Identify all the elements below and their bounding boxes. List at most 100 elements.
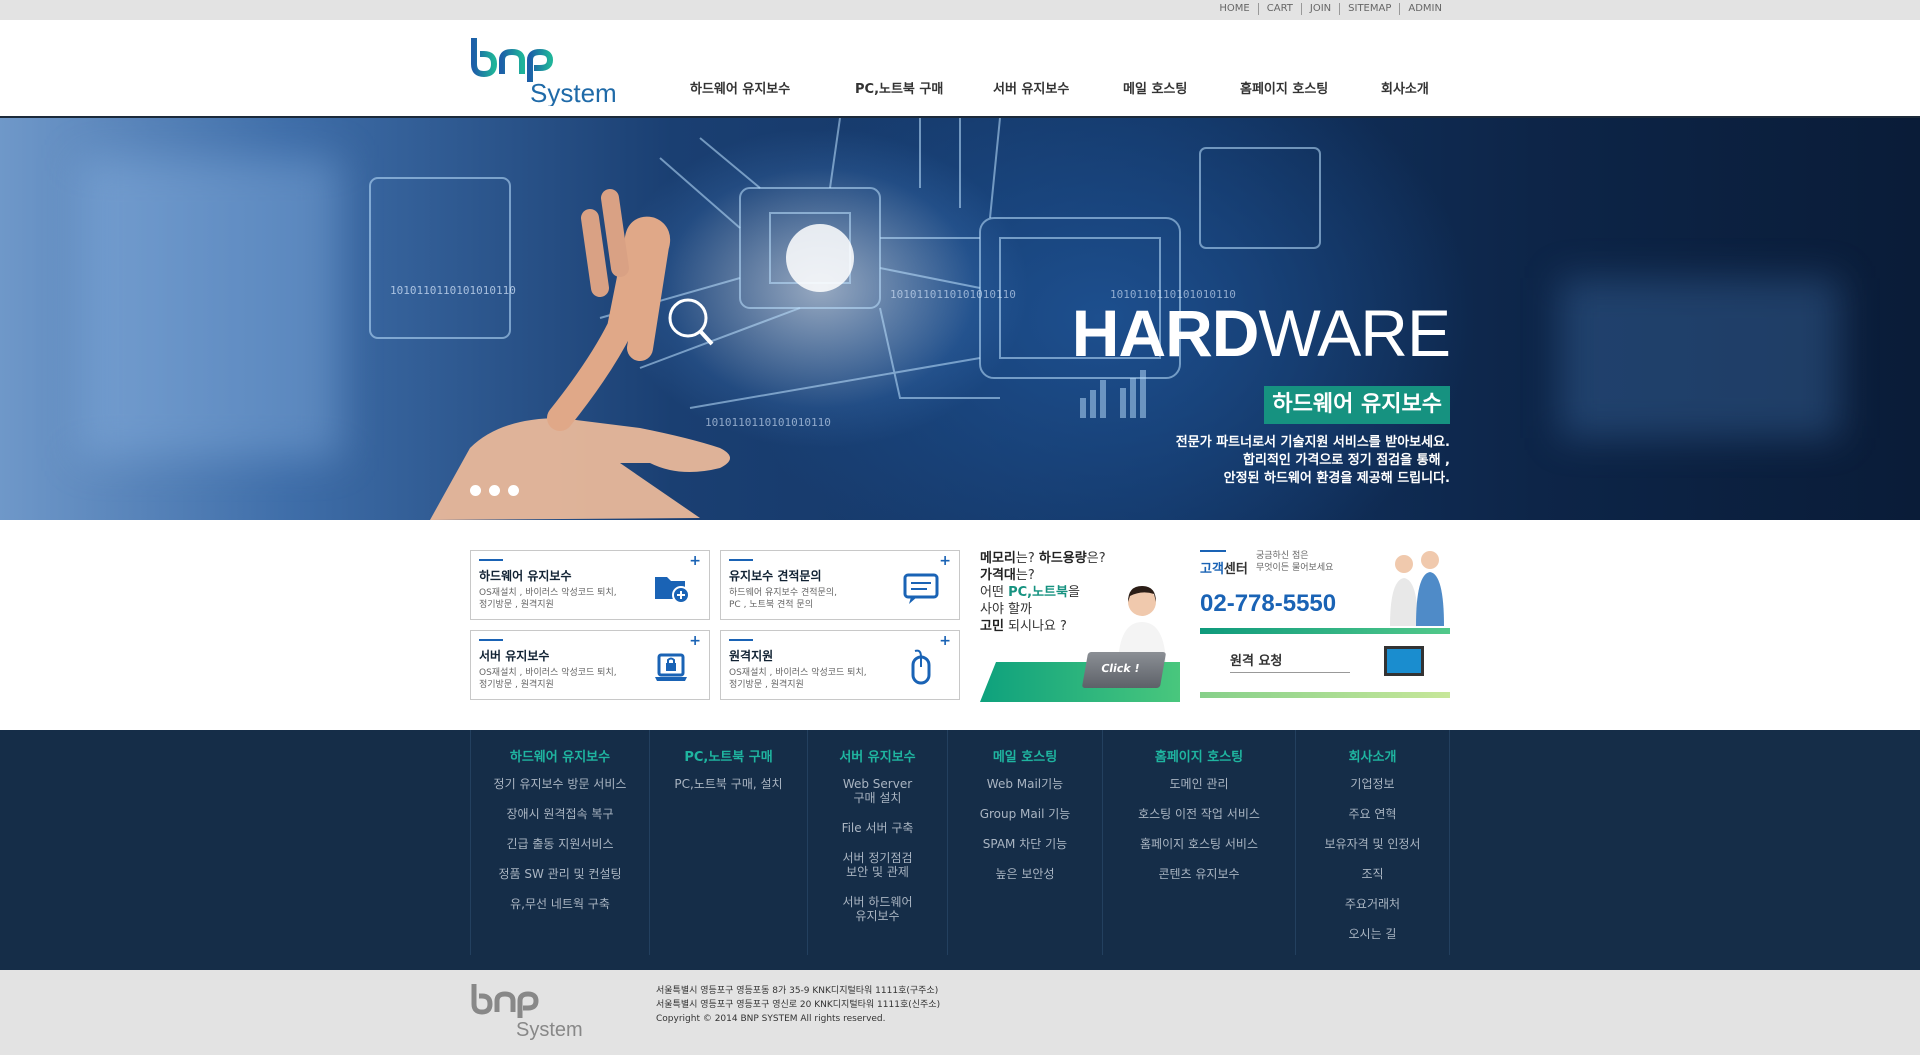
nav-hardware[interactable]: 하드웨어 유지보수 xyxy=(690,78,855,97)
main-nav: 하드웨어 유지보수 PC,노트북 구매 서버 유지보수 메일 호스팅 홈페이지 … xyxy=(690,78,1441,97)
slide-dot-2[interactable] xyxy=(489,485,500,496)
nav-mail-hosting[interactable]: 메일 호스팅 xyxy=(1123,78,1240,97)
join-link[interactable]: JOIN xyxy=(1300,3,1339,15)
card-desc: OS재설치 , 바이러스 악성코드 퇴치, 정기방문 , 원격지원 xyxy=(479,668,617,690)
card-estimate[interactable]: 유지보수 견적문의 하드웨어 유지보수 견적문의, PC , 노트북 견적 문의 … xyxy=(720,550,960,620)
slide-dot-3[interactable] xyxy=(508,485,519,496)
card-remote[interactable]: 원격지원 OS재설치 , 바이러스 악성코드 퇴치, 정기방문 , 원격지원 + xyxy=(720,630,960,700)
footer-logo-wordmark: System xyxy=(516,1019,583,1040)
footer-heading[interactable]: 회사소개 xyxy=(1296,746,1449,765)
card-title: 서버 유지보수 xyxy=(479,649,550,663)
binary-text-4: 1010110110101010110 xyxy=(705,416,831,429)
nav-homepage-hosting[interactable]: 홈페이지 호스팅 xyxy=(1240,78,1381,97)
circuit-illustration: 1010110110101010110 1010110110101010110 … xyxy=(369,118,1321,520)
card-desc: OS재설치 , 바이러스 악성코드 퇴치, 정기방문 , 원격지원 xyxy=(479,588,617,610)
footer-link[interactable]: 높은 보안성 xyxy=(948,867,1102,881)
nav-server[interactable]: 서버 유지보수 xyxy=(993,78,1123,97)
footer-link[interactable]: 홈페이지 호스팅 서비스 xyxy=(1103,837,1295,851)
folder-plus-icon xyxy=(655,577,690,604)
footer-link[interactable]: 보유자격 및 인정서 xyxy=(1296,837,1449,851)
monitor-icon xyxy=(1384,646,1424,676)
glow-chip xyxy=(786,224,854,292)
footer-link[interactable]: 서버 정기점검 보안 및 관제 xyxy=(808,851,947,879)
company-address: 서울특별시 영등포구 영등포동 8가 35-9 KNK디지털타워 1111호(구… xyxy=(656,986,941,1024)
footer-link[interactable]: PC,노트북 구매, 설치 xyxy=(650,777,807,791)
site-header: System 하드웨어 유지보수 PC,노트북 구매 서버 유지보수 메일 호스… xyxy=(0,20,1920,118)
hero-description: 전문가 파트너로서 기술지원 서비스를 받아보세요. 합리적인 가격으로 정기 … xyxy=(1175,435,1450,486)
footer-sitemap: 하드웨어 유지보수 정기 유지보수 방문 서비스 장애시 원격접속 복구 긴급 … xyxy=(0,730,1920,970)
footer-col-homepage: 홈페이지 호스팅 도메인 관리 호스팅 이전 작업 서비스 홈페이지 호스팅 서… xyxy=(1103,730,1296,955)
mail-icon xyxy=(903,573,939,604)
nav-company[interactable]: 회사소개 xyxy=(1381,78,1441,97)
remote-request-button[interactable]: 원격 요청 xyxy=(1230,650,1282,669)
footer-link[interactable]: 유,무선 네트웍 구축 xyxy=(471,897,649,911)
slide-dot-1[interactable] xyxy=(470,485,481,496)
admin-link[interactable]: ADMIN xyxy=(1399,3,1450,15)
staff-illustration xyxy=(1390,551,1444,626)
binary-text-2: 1010110110101010110 xyxy=(890,288,1016,301)
service-section: 하드웨어 유지보수 OS재설치 , 바이러스 악성코드 퇴치, 정기방문 , 원격… xyxy=(470,550,1450,702)
customer-center-label: 고객센터 xyxy=(1200,562,1248,577)
footer-heading[interactable]: 홈페이지 호스팅 xyxy=(1103,746,1295,765)
slider-pager xyxy=(470,485,519,496)
bnp-logo-icon: System xyxy=(471,38,617,108)
home-link[interactable]: HOME xyxy=(1211,3,1257,15)
hero-badge: 하드웨어 유지보수 xyxy=(1264,386,1450,424)
utility-links: HOME CART JOIN SITEMAP ADMIN xyxy=(1211,3,1450,15)
footer-link[interactable]: Web Mail기능 xyxy=(948,777,1102,791)
footer-col-hardware: 하드웨어 유지보수 정기 유지보수 방문 서비스 장애시 원격접속 복구 긴급 … xyxy=(470,730,650,955)
nav-pc-notebook[interactable]: PC,노트북 구매 xyxy=(855,78,993,97)
footer-col-company: 회사소개 기업정보 주요 연혁 보유자격 및 인정서 조직 주요거래처 오시는 … xyxy=(1296,730,1450,955)
footer-link[interactable]: Web Server 구매 설치 xyxy=(808,777,947,805)
binary-text-1: 1010110110101010110 xyxy=(390,284,516,297)
magnifier-icon xyxy=(668,298,708,338)
utility-bar: HOME CART JOIN SITEMAP ADMIN xyxy=(0,0,1920,20)
footer-link[interactable]: 도메인 관리 xyxy=(1103,777,1295,791)
site-logo[interactable]: System xyxy=(470,34,630,108)
footer-link[interactable]: File 서버 구축 xyxy=(808,821,947,835)
card-title: 유지보수 견적문의 xyxy=(729,569,822,583)
footer-link[interactable]: SPAM 차단 기능 xyxy=(948,837,1102,851)
card-server[interactable]: 서버 유지보수 OS재설치 , 바이러스 악성코드 퇴치, 정기방문 , 원격지원… xyxy=(470,630,710,700)
customer-center-note: 궁금하신 점은 무엇이든 물어보세요 xyxy=(1256,551,1334,573)
sitemap-link[interactable]: SITEMAP xyxy=(1339,3,1399,15)
hero-banner: 1010110110101010110 1010110110101010110 … xyxy=(0,118,1920,520)
card-title: 원격지원 xyxy=(729,649,774,663)
cart-link[interactable]: CART xyxy=(1257,3,1301,15)
footer-link[interactable]: 긴급 출동 지원서비스 xyxy=(471,837,649,851)
footer-link[interactable]: 조직 xyxy=(1296,867,1449,881)
hand-shape xyxy=(430,418,730,520)
footer-heading[interactable]: 하드웨어 유지보수 xyxy=(471,746,649,765)
footer-link[interactable]: 기업정보 xyxy=(1296,777,1449,791)
footer-link[interactable]: 오시는 길 xyxy=(1296,927,1449,941)
footer-link[interactable]: 주요거래처 xyxy=(1296,897,1449,911)
footer-logo: System xyxy=(471,984,583,1040)
footer-heading[interactable]: PC,노트북 구매 xyxy=(650,746,807,765)
plus-icon: + xyxy=(689,553,701,569)
card-title: 하드웨어 유지보수 xyxy=(479,569,572,583)
footer-col-pc: PC,노트북 구매 PC,노트북 구매, 설치 xyxy=(650,730,808,955)
card-desc: OS재설치 , 바이러스 악성코드 퇴치, 정기방문 , 원격지원 xyxy=(729,668,867,690)
card-desc: 하드웨어 유지보수 견적문의, PC , 노트북 견적 문의 xyxy=(729,588,837,610)
footer-link[interactable]: 서버 하드웨어 유지보수 xyxy=(808,895,947,923)
arrow-right-icon xyxy=(1230,672,1350,673)
card-hardware[interactable]: 하드웨어 유지보수 OS재설치 , 바이러스 악성코드 퇴치, 정기방문 , 원격… xyxy=(470,550,710,620)
footer-link[interactable]: 장애시 원격접속 복구 xyxy=(471,807,649,821)
footer-col-server: 서버 유지보수 Web Server 구매 설치 File 서버 구축 서버 정… xyxy=(808,730,948,955)
mouse-icon xyxy=(911,649,931,685)
hero-headline: HARDWARE xyxy=(1071,296,1451,370)
footer-link[interactable]: Group Mail 기능 xyxy=(948,807,1102,821)
footer-link[interactable]: 주요 연혁 xyxy=(1296,807,1449,821)
footer-link[interactable]: 정품 SW 관리 및 컨설팅 xyxy=(471,867,649,881)
plus-icon: + xyxy=(939,633,951,649)
consultant-avatar xyxy=(1118,586,1166,662)
click-button[interactable]: Click ! xyxy=(1081,652,1167,688)
footer-link[interactable]: 정기 유지보수 방문 서비스 xyxy=(471,777,649,791)
footer-heading[interactable]: 메일 호스팅 xyxy=(948,746,1102,765)
laptop-lock-icon xyxy=(655,653,687,681)
footer-heading[interactable]: 서버 유지보수 xyxy=(808,746,947,765)
footer-link[interactable]: 콘텐츠 유지보수 xyxy=(1103,867,1295,881)
footer-link[interactable]: 호스팅 이전 작업 서비스 xyxy=(1103,807,1295,821)
phone-number[interactable]: 02-778-5550 xyxy=(1200,590,1336,618)
pc-purchase-promo[interactable]: 메모리는? 하드용량은? 가격대는? 어떤 PC,노트북을 사야 할까 고민 되… xyxy=(980,550,1190,702)
